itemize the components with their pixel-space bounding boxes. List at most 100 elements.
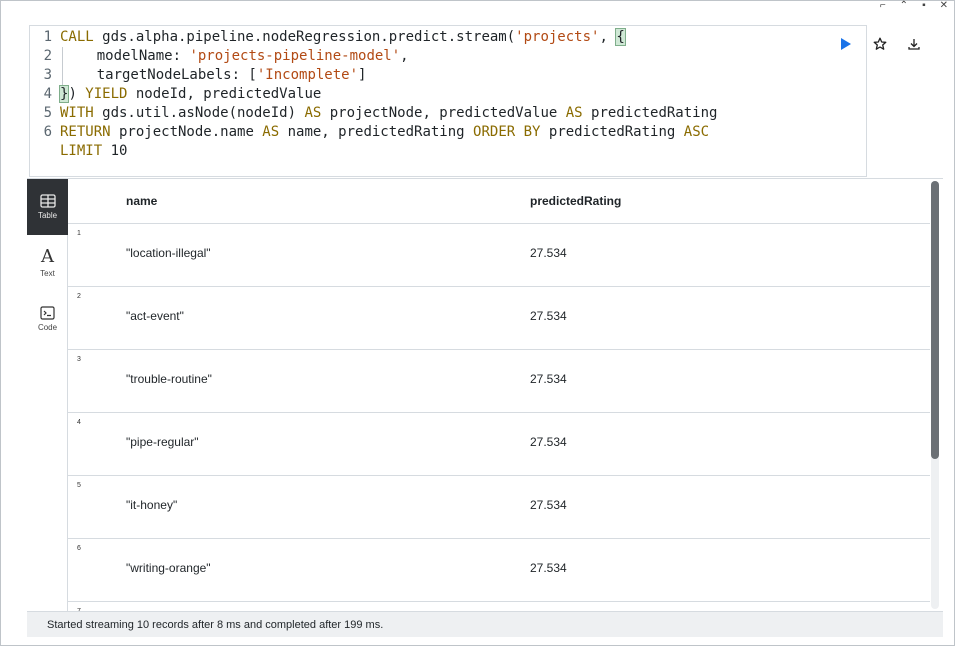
line-number: 4 <box>43 86 52 102</box>
keyword: ASC <box>683 124 710 140</box>
code-text: projectNode.name <box>110 124 263 140</box>
cell-name: "trouble-routine" <box>126 372 212 386</box>
cell-name: "location-illegal" <box>126 246 211 260</box>
table-row: 6 "writing-orange" 27.534 <box>68 539 930 602</box>
code-text: modelName: <box>63 48 190 64</box>
line-number: 6 <box>43 124 52 140</box>
code-line: LIMIT 10 <box>30 142 866 161</box>
keyword: WITH <box>60 105 94 121</box>
favorite-button[interactable] <box>872 36 888 52</box>
code-text: , <box>400 48 409 64</box>
editor-actions <box>838 36 922 52</box>
keyword: AS <box>304 105 322 121</box>
keyword: LIMIT <box>60 143 103 159</box>
keyword: RETURN <box>60 124 111 140</box>
close-icon[interactable]: ✕ <box>940 0 948 10</box>
code-line: 1 CALL gds.alpha.pipeline.nodeRegression… <box>30 28 866 47</box>
download-button[interactable] <box>906 36 922 52</box>
table-row: 1 "location-illegal" 27.534 <box>68 224 930 287</box>
keyword: CALL <box>60 29 94 45</box>
code-text: name, predictedRating <box>279 124 474 140</box>
row-number: 4 <box>77 419 81 426</box>
keyword: AS <box>565 105 583 121</box>
cell-rating: 27.534 <box>530 246 567 260</box>
expand-icon[interactable]: ▪ <box>922 0 926 10</box>
code-text: gds.alpha.pipeline.nodeRegression.predic… <box>93 29 516 45</box>
cell-rating: 27.534 <box>530 309 567 323</box>
row-number: 1 <box>77 230 81 237</box>
code-text: nodeId, predictedValue <box>127 86 322 102</box>
cell-name: "it-honey" <box>126 498 178 512</box>
vertical-scrollbar[interactable] <box>931 181 939 609</box>
table-header: name predictedRating <box>68 179 930 224</box>
keyword: AS <box>262 124 280 140</box>
top-toolbar-clipped: ⌐ ⌃ ▪ ✕ <box>880 0 948 10</box>
code-text: ] <box>358 67 367 83</box>
line-number: 3 <box>43 67 52 83</box>
table-row: 3 "trouble-routine" 27.534 <box>68 350 930 413</box>
cell-name: "writing-orange" <box>126 561 211 575</box>
column-header-name[interactable]: name <box>68 194 500 208</box>
view-code-button[interactable]: Code <box>27 291 68 347</box>
line-number: 5 <box>43 105 52 121</box>
text-icon: A <box>41 246 54 267</box>
code-text: targetNodeLabels: [ <box>63 67 257 83</box>
row-number: 5 <box>77 482 81 489</box>
code-text: projectNode, predictedValue <box>321 105 566 121</box>
code-line: 2 modelName: 'projects-pipeline-model', <box>30 47 866 66</box>
cell-rating: 27.534 <box>530 372 567 386</box>
row-number: 2 <box>77 293 81 300</box>
line-number-empty <box>30 142 60 161</box>
view-table-button[interactable]: Table <box>27 179 68 235</box>
view-switcher: Table A Text Code <box>27 179 68 611</box>
code-text: 10 <box>102 143 128 159</box>
matched-brace: { <box>615 28 626 46</box>
table-icon <box>39 194 56 208</box>
keyword: ORDER BY <box>473 124 541 140</box>
column-header-predicted-rating[interactable]: predictedRating <box>500 194 930 208</box>
query-editor[interactable]: 1 CALL gds.alpha.pipeline.nodeRegression… <box>29 25 867 177</box>
code-line: 5 WITH gds.util.asNode(nodeId) AS projec… <box>30 104 866 123</box>
status-bar: Started streaming 10 records after 8 ms … <box>27 611 943 637</box>
code-line: 3 targetNodeLabels: ['Incomplete'] <box>30 66 866 85</box>
run-button[interactable] <box>838 36 854 52</box>
collapse-icon[interactable]: ⌃ <box>900 0 908 10</box>
play-icon <box>841 38 851 50</box>
cell-rating: 27.534 <box>530 435 567 449</box>
code-text: , <box>599 29 617 45</box>
code-text: ) <box>68 86 86 102</box>
code-block: 1 CALL gds.alpha.pipeline.nodeRegression… <box>30 26 866 161</box>
cell-rating: 27.534 <box>530 498 567 512</box>
row-number: 3 <box>77 356 81 363</box>
view-label: Table <box>37 211 58 220</box>
code-text: predictedRating <box>582 105 718 121</box>
cell-name: "pipe-regular" <box>126 435 199 449</box>
table-row: 4 "pipe-regular" 27.534 <box>68 413 930 476</box>
pin-icon[interactable]: ⌐ <box>880 0 886 10</box>
view-text-button[interactable]: A Text <box>27 235 68 291</box>
code-line: 4 }) YIELD nodeId, predictedValue <box>30 85 866 104</box>
code-text: gds.util.asNode(nodeId) <box>93 105 305 121</box>
line-number: 1 <box>43 29 52 45</box>
download-icon <box>908 39 920 50</box>
scrollbar-thumb[interactable] <box>931 181 939 459</box>
result-table: name predictedRating 1 "location-illegal… <box>68 179 930 611</box>
table-row: 2 "act-event" 27.534 <box>68 287 930 350</box>
code-icon <box>40 306 55 320</box>
line-number: 2 <box>43 48 52 64</box>
string-literal: 'projects' <box>515 29 600 45</box>
view-label: Code <box>37 323 58 332</box>
view-label: Text <box>40 269 55 278</box>
table-row: 5 "it-honey" 27.534 <box>68 476 930 539</box>
status-text: Started streaming 10 records after 8 ms … <box>47 618 384 631</box>
table-row: 7 <box>68 602 930 611</box>
row-number: 6 <box>77 545 81 552</box>
code-text: predictedRating <box>540 124 684 140</box>
code-line: 6 RETURN projectNode.name AS name, predi… <box>30 123 866 142</box>
keyword: YIELD <box>85 86 128 102</box>
cell-rating: 27.534 <box>530 561 567 575</box>
result-panel: Table A Text Code name predictedRating 1… <box>27 178 943 611</box>
string-literal: 'Incomplete' <box>256 67 359 83</box>
string-literal: 'projects-pipeline-model' <box>189 48 401 64</box>
cell-name: "act-event" <box>126 309 184 323</box>
